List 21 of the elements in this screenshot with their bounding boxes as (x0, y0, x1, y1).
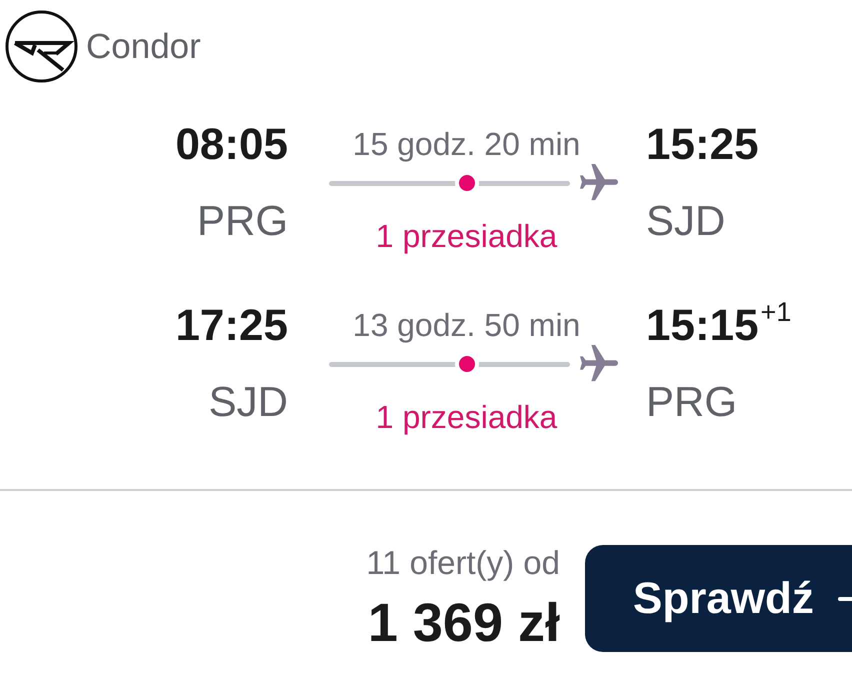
logo-icon (5, 10, 78, 83)
stops-label: 1 przesiadka (376, 217, 558, 256)
price: 1 369 zł (368, 592, 560, 655)
arrival-time: 15:15 (646, 300, 759, 352)
arrival-time: 15:25 (646, 119, 759, 171)
departure-airport: SJD (208, 377, 288, 427)
arrival-airport: PRG (646, 377, 738, 427)
offers-count: 11 ofert(y) od (366, 543, 560, 583)
check-button[interactable]: Sprawdź (585, 545, 852, 652)
departure-time: 08:05 (175, 119, 288, 171)
stops-label: 1 przesiadka (376, 398, 558, 437)
airline-name: Condor (86, 26, 201, 66)
departure-time: 17:25 (175, 300, 288, 352)
dash-icon (838, 596, 852, 600)
flight-duration: 15 godz. 20 min (352, 125, 580, 164)
airplane-icon (580, 164, 618, 202)
flight-duration: 13 godz. 50 min (352, 306, 580, 345)
departure-airport: PRG (196, 196, 288, 246)
next-day-marker: +1 (760, 299, 792, 326)
arrival-airport: SJD (646, 196, 726, 246)
airplane-icon (580, 345, 618, 383)
